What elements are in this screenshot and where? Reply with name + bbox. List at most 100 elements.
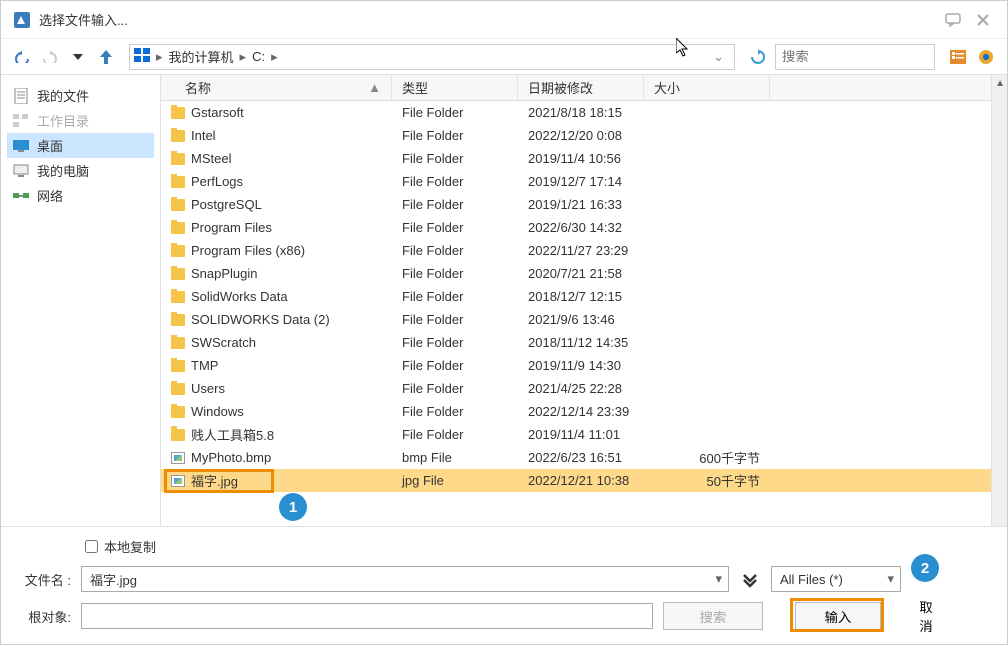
refresh-button[interactable] — [747, 46, 769, 68]
col-name[interactable]: 名称▲ — [161, 75, 392, 100]
file-row[interactable]: SnapPluginFile Folder2020/7/21 21:58 — [161, 262, 1007, 285]
history-dropdown[interactable] — [67, 46, 89, 68]
feedback-icon[interactable] — [941, 8, 965, 32]
file-row[interactable]: SWScratchFile Folder2018/11/12 14:35 — [161, 331, 1007, 354]
folder-icon — [171, 291, 185, 303]
sidebar-item-desktop[interactable]: 桌面 — [7, 133, 154, 158]
file-date: 2018/11/12 14:35 — [518, 335, 644, 350]
file-date: 2022/6/30 14:32 — [518, 220, 644, 235]
sidebar-item-network[interactable]: 网络 — [7, 183, 154, 208]
sidebar-label: 工作目录 — [37, 111, 89, 130]
root-label: 根对象: — [15, 607, 71, 626]
search-button[interactable]: 搜索 — [663, 602, 763, 630]
file-type: File Folder — [392, 312, 518, 327]
local-copy-checkbox[interactable] — [85, 540, 98, 553]
file-type: File Folder — [392, 404, 518, 419]
chevron-down-icon: ▾ — [715, 571, 722, 587]
file-date: 2019/11/9 14:30 — [518, 358, 644, 373]
window-title: 选择文件输入... — [39, 10, 935, 29]
file-date: 2020/7/21 21:58 — [518, 266, 644, 281]
file-row[interactable]: PostgreSQLFile Folder2019/1/21 16:33 — [161, 193, 1007, 216]
file-size: 600千字节 — [644, 448, 770, 467]
file-date: 2022/12/20 0:08 — [518, 128, 644, 143]
file-date: 2022/12/14 23:39 — [518, 404, 644, 419]
folder-icon — [171, 107, 185, 119]
file-type: File Folder — [392, 151, 518, 166]
close-icon[interactable] — [971, 8, 995, 32]
file-date: 2022/12/21 10:38 — [518, 473, 644, 488]
scroll-up-icon[interactable]: ▲ — [995, 78, 1005, 89]
file-date: 2021/4/25 22:28 — [518, 381, 644, 396]
file-row[interactable]: PerfLogsFile Folder2019/12/7 17:14 — [161, 170, 1007, 193]
file-name: SolidWorks Data — [191, 289, 288, 304]
preview-button[interactable] — [975, 46, 997, 68]
expand-button[interactable] — [739, 568, 761, 590]
open-button[interactable]: 输入 — [795, 602, 881, 630]
sidebar-item-workdir[interactable]: 工作目录 — [7, 108, 154, 133]
file-type: File Folder — [392, 174, 518, 189]
breadcrumb-dropdown[interactable]: ⌄ — [707, 49, 730, 65]
file-date: 2019/11/4 11:01 — [518, 427, 644, 442]
breadcrumb[interactable]: ▸ 我的计算机 ▸ C: ▸ ⌄ — [129, 44, 735, 70]
breadcrumb-mypc[interactable]: 我的计算机 — [165, 47, 238, 66]
titlebar: 选择文件输入... — [1, 1, 1007, 39]
file-row[interactable]: MyPhoto.bmpbmp File2022/6/23 16:51600千字节 — [161, 446, 1007, 469]
file-type: bmp File — [392, 450, 518, 465]
folder-icon — [171, 337, 185, 349]
file-row[interactable]: IntelFile Folder2022/12/20 0:08 — [161, 124, 1007, 147]
local-copy-label: 本地复制 — [104, 537, 156, 556]
computer-icon — [13, 163, 29, 179]
file-type: File Folder — [392, 128, 518, 143]
col-extra[interactable] — [770, 75, 1007, 100]
file-name: Program Files (x86) — [191, 243, 305, 258]
back-button[interactable] — [11, 46, 33, 68]
file-name: TMP — [191, 358, 218, 373]
view-button[interactable] — [947, 46, 969, 68]
up-button[interactable] — [95, 46, 117, 68]
file-row[interactable]: 福字.jpgjpg File2022/12/21 10:3850千字节 — [161, 469, 1007, 492]
filename-combo[interactable]: 福字.jpg ▾ — [81, 566, 729, 592]
annotation-badge-2: 2 — [911, 554, 939, 582]
col-size[interactable]: 大小 — [644, 75, 770, 100]
col-type[interactable]: 类型 — [392, 75, 518, 100]
forward-button[interactable] — [39, 46, 61, 68]
file-type: jpg File — [392, 473, 518, 488]
image-file-icon — [171, 452, 185, 464]
filetype-filter[interactable]: All Files (*) ▾ — [771, 566, 901, 592]
folder-icon — [171, 429, 185, 441]
file-name: Windows — [191, 404, 244, 419]
root-input[interactable] — [81, 603, 653, 629]
file-type: File Folder — [392, 243, 518, 258]
breadcrumb-drive[interactable]: C: — [248, 49, 269, 64]
file-type: File Folder — [392, 220, 518, 235]
file-name: 贱人工具箱5.8 — [191, 425, 274, 444]
folder-icon — [171, 360, 185, 372]
sidebar-item-myfiles[interactable]: 我的文件 — [7, 83, 154, 108]
file-row[interactable]: Program Files (x86)File Folder2022/11/27… — [161, 239, 1007, 262]
file-type: File Folder — [392, 358, 518, 373]
file-row[interactable]: Program FilesFile Folder2022/6/30 14:32 — [161, 216, 1007, 239]
file-row[interactable]: MSteelFile Folder2019/11/4 10:56 — [161, 147, 1007, 170]
file-row[interactable]: SolidWorks DataFile Folder2018/12/7 12:1… — [161, 285, 1007, 308]
file-name: 福字.jpg — [191, 471, 238, 490]
folder-icon — [171, 153, 185, 165]
file-row[interactable]: UsersFile Folder2021/4/25 22:28 — [161, 377, 1007, 400]
file-row[interactable]: 贱人工具箱5.8File Folder2019/11/4 11:01 — [161, 423, 1007, 446]
sidebar-label: 我的文件 — [37, 86, 89, 105]
file-row[interactable]: TMP File Folder2019/11/9 14:30 — [161, 354, 1007, 377]
file-row[interactable]: SOLIDWORKS Data (2)File Folder2021/9/6 1… — [161, 308, 1007, 331]
chevron-right-icon: ▸ — [238, 49, 249, 65]
scrollbar[interactable]: ▲ — [991, 75, 1007, 526]
file-name: PerfLogs — [191, 174, 243, 189]
sidebar-item-mypc[interactable]: 我的电脑 — [7, 158, 154, 183]
folder-icon — [171, 222, 185, 234]
desktop-icon — [13, 138, 29, 154]
file-row[interactable]: Windows File Folder2022/12/14 23:39 — [161, 400, 1007, 423]
col-date[interactable]: 日期被修改 — [518, 75, 644, 100]
file-date: 2021/9/6 13:46 — [518, 312, 644, 327]
search-input[interactable] — [775, 44, 935, 70]
file-row[interactable]: GstarsoftFile Folder2021/8/18 18:15 — [161, 101, 1007, 124]
folder-tree-icon — [13, 113, 29, 129]
file-type: File Folder — [392, 335, 518, 350]
cancel-button[interactable]: 取消 — [891, 602, 961, 630]
